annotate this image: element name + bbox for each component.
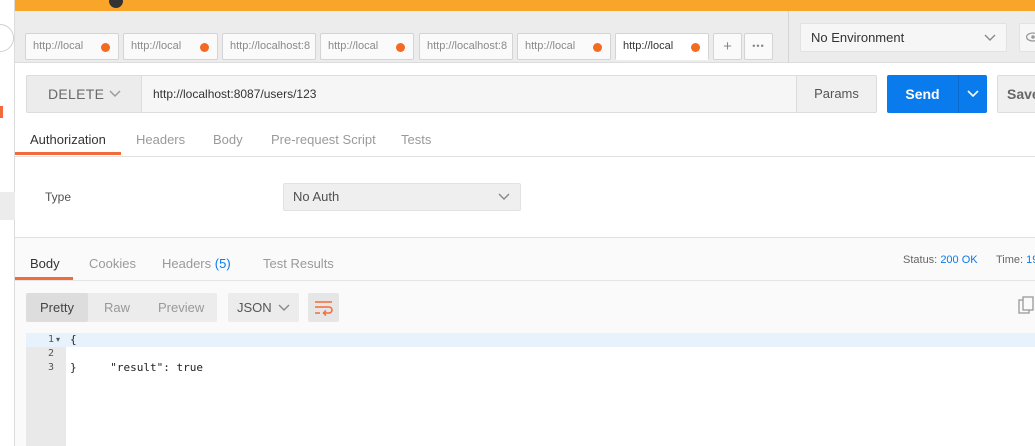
sidebar — [0, 0, 15, 446]
json-separator: : — [163, 361, 177, 374]
format-select[interactable]: JSON — [228, 293, 299, 322]
unsaved-dot-icon — [200, 43, 209, 52]
eye-icon — [1025, 30, 1035, 45]
method-value: DELETE — [48, 86, 105, 102]
request-tabs-bar: http://local http://local http://localho… — [15, 11, 788, 63]
code-line: "result": true — [97, 347, 203, 374]
save-button[interactable]: Save — [997, 75, 1035, 113]
tab-label: http://local — [525, 40, 576, 52]
chevron-down-icon — [278, 293, 290, 333]
response-tab-test-results[interactable]: Test Results — [263, 256, 334, 271]
url-input[interactable]: http://localhost:8087/users/123 — [141, 75, 797, 113]
view-preview-button[interactable]: Preview — [158, 293, 204, 322]
add-tab-button[interactable]: + — [713, 33, 742, 60]
request-section-tabs: Authorization Headers Body Pre-request S… — [15, 122, 1035, 157]
auth-type-label: Type — [45, 190, 72, 204]
tab-label: http://localhost:8 — [230, 40, 311, 52]
active-line-highlight — [26, 333, 1035, 347]
sidebar-active-marker — [0, 106, 3, 118]
unsaved-dot-icon — [691, 43, 700, 52]
line-number: 2 — [47, 348, 54, 359]
info-icon — [109, 0, 123, 8]
format-value: JSON — [237, 300, 272, 315]
environment-value: No Environment — [811, 30, 905, 45]
response-body-viewer[interactable] — [66, 333, 1035, 446]
environment-select[interactable]: No Environment — [800, 23, 1007, 52]
view-pretty-button[interactable]: Pretty — [26, 293, 88, 322]
fold-arrow-icon[interactable]: ▾ — [56, 333, 60, 347]
copy-response-button[interactable] — [1018, 296, 1035, 318]
tab-label: http://local — [623, 40, 674, 52]
wrap-lines-button[interactable] — [308, 293, 339, 322]
response-tab-body[interactable]: Body — [30, 256, 60, 271]
response-time: Time: 19 — [996, 254, 1035, 266]
status-label: Status: — [903, 254, 938, 266]
auth-type-value: No Auth — [293, 189, 340, 204]
unsaved-dot-icon — [101, 43, 110, 52]
update-banner — [15, 0, 1035, 11]
wrap-lines-icon — [308, 301, 339, 325]
sidebar-selected-item[interactable] — [0, 192, 15, 220]
environment-quick-look-button[interactable] — [1019, 23, 1035, 52]
tab-tests[interactable]: Tests — [401, 132, 431, 147]
code-line: } — [70, 361, 77, 374]
divider — [15, 280, 1035, 281]
plus-icon: + — [723, 38, 732, 55]
view-mode-toggle: Pretty Raw Preview — [26, 293, 217, 322]
time-label: Time: — [996, 254, 1024, 266]
request-tab[interactable]: http://local — [123, 33, 218, 60]
line-number: 1 — [47, 334, 54, 345]
line-number: 3 — [47, 362, 54, 373]
request-tab[interactable]: http://local — [25, 33, 119, 60]
unsaved-dot-icon — [593, 43, 602, 52]
params-button[interactable]: Params — [796, 75, 877, 113]
tab-label: http://local — [131, 40, 182, 52]
json-key: "result" — [110, 361, 164, 374]
tab-label: http://localhost:8 — [427, 40, 508, 52]
json-value: true — [176, 361, 203, 374]
request-tab-active[interactable]: http://local — [615, 33, 709, 60]
time-value: 19 — [1026, 254, 1035, 266]
auth-type-select[interactable]: No Auth — [283, 183, 521, 211]
chevron-down-icon — [498, 184, 510, 219]
response-headers-count: (5) — [214, 256, 231, 271]
status-value: 200 OK — [940, 254, 978, 266]
active-tab-underline — [15, 152, 121, 155]
send-button[interactable]: Send — [887, 75, 958, 113]
more-tabs-button[interactable]: ••• — [744, 33, 773, 60]
tab-pre-request-script[interactable]: Pre-request Script — [271, 132, 376, 147]
send-options-button[interactable] — [958, 75, 987, 113]
request-tab[interactable]: http://local — [320, 33, 414, 60]
tab-authorization[interactable]: Authorization — [30, 132, 106, 147]
tab-label: http://local — [33, 40, 84, 52]
response-headers-label: Headers — [162, 256, 212, 271]
response-tab-headers[interactable]: Headers (5) — [162, 256, 231, 271]
chevron-down-icon — [967, 90, 979, 116]
ellipsis-icon: ••• — [752, 41, 765, 51]
view-raw-button[interactable]: Raw — [104, 293, 130, 322]
chevron-down-icon — [109, 76, 121, 126]
response-tab-cookies[interactable]: Cookies — [89, 256, 136, 271]
request-tab[interactable]: http://local — [517, 33, 611, 60]
request-tab[interactable]: http://localhost:8 — [222, 33, 316, 60]
environment-bar: No Environment — [788, 11, 1035, 63]
copy-icon — [1018, 296, 1035, 321]
tab-body[interactable]: Body — [213, 132, 243, 147]
response-status: Status: 200 OK — [903, 254, 978, 266]
tab-label: http://local — [328, 40, 379, 52]
sidebar-collapse-button[interactable] — [0, 24, 14, 52]
method-select[interactable]: DELETE — [26, 75, 142, 113]
request-tab[interactable]: http://localhost:8 — [419, 33, 513, 60]
unsaved-dot-icon — [396, 43, 405, 52]
chevron-down-icon — [984, 28, 996, 58]
tab-headers[interactable]: Headers — [136, 132, 185, 147]
code-line: { — [70, 333, 77, 346]
